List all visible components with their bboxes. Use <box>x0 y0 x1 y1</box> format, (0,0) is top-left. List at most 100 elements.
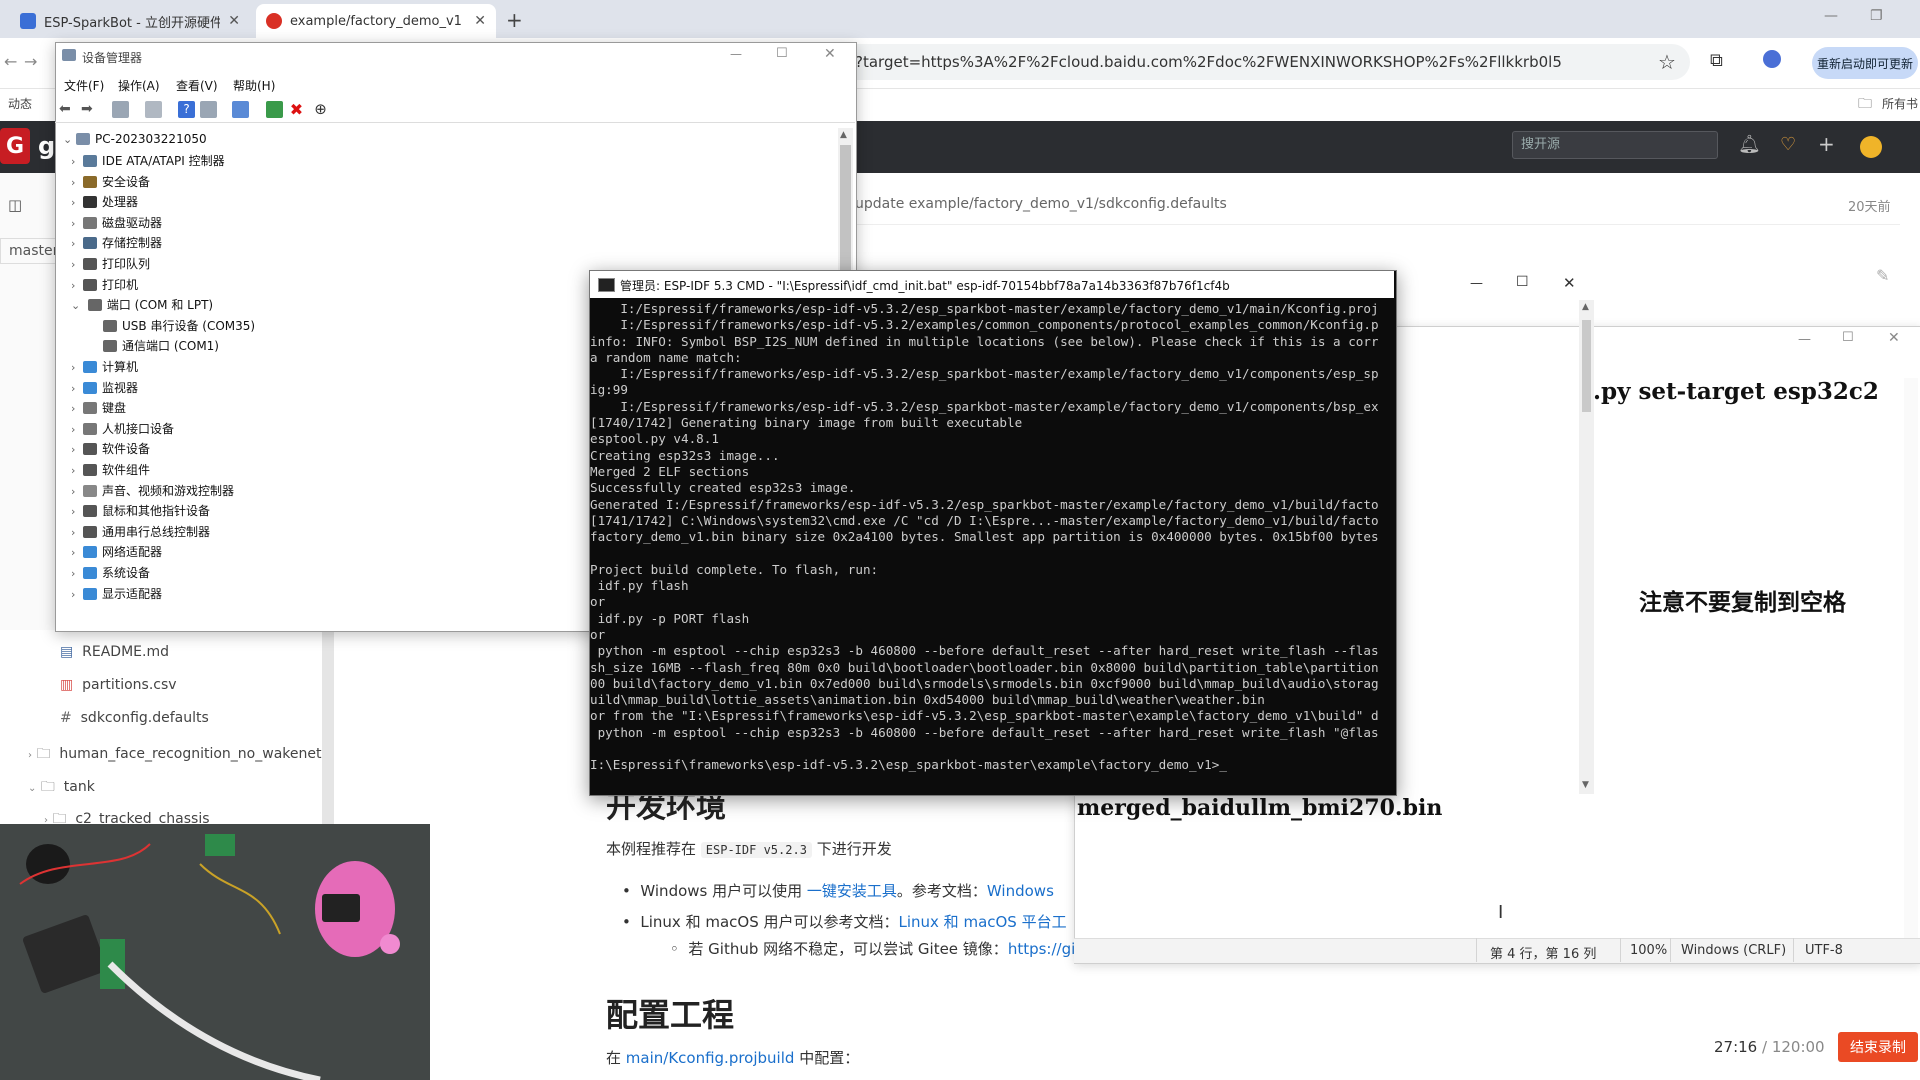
minimize-icon[interactable]: — <box>1470 276 1483 291</box>
close-icon[interactable]: ✕ <box>824 46 836 62</box>
bookmark-item[interactable]: 动态 <box>8 95 32 112</box>
tab-factory-demo[interactable]: example/factory_demo_v1 · E ✕ <box>256 4 496 38</box>
commit-message[interactable]: update example/factory_demo_v1/sdkconfig… <box>855 196 1227 212</box>
device-category[interactable]: › 监视器 <box>71 379 138 396</box>
branch-selector[interactable]: master <box>0 238 60 264</box>
device-category[interactable]: › 显示适配器 <box>71 585 162 602</box>
chevron-right-icon[interactable]: › <box>71 382 75 395</box>
device-category[interactable]: › 存储控制器 <box>71 234 162 251</box>
chevron-right-icon[interactable]: › <box>71 546 75 559</box>
list-icon[interactable] <box>145 101 162 118</box>
maximize-icon[interactable]: ☐ <box>1516 274 1529 290</box>
device-category[interactable]: ⌄ 端口 (COM 和 LPT) <box>71 296 213 313</box>
close-icon[interactable]: ✕ <box>474 13 486 29</box>
maximize-icon[interactable]: ❐ <box>1870 8 1883 24</box>
device-category[interactable]: › 鼠标和其他指针设备 <box>71 502 210 519</box>
scan-icon[interactable]: ⊕ <box>312 101 329 118</box>
chevron-right-icon[interactable]: › <box>71 237 75 250</box>
menu-action[interactable]: 操作(A) <box>118 77 160 94</box>
file-item-sdkconfig[interactable]: # sdkconfig.defaults <box>60 710 209 726</box>
chevron-right-icon[interactable]: › <box>71 423 75 436</box>
device-category[interactable]: › 打印队列 <box>71 255 150 272</box>
edit-icon[interactable]: ✎ <box>1876 266 1889 285</box>
file-item-readme[interactable]: ▤ README.md <box>60 644 169 660</box>
bookmark-star-icon[interactable]: ☆ <box>1658 50 1676 74</box>
scroll-up-icon[interactable]: ▲ <box>1582 302 1589 312</box>
chevron-right-icon[interactable]: › <box>71 526 75 539</box>
chevron-right-icon[interactable]: › <box>71 464 75 477</box>
device-category[interactable]: › 网络适配器 <box>71 543 162 560</box>
properties-icon[interactable] <box>112 101 129 118</box>
chevron-right-icon[interactable]: › <box>71 361 75 374</box>
device-category[interactable]: › 人机接口设备 <box>71 420 174 437</box>
device-category[interactable]: › 键盘 <box>71 399 126 416</box>
chevron-right-icon[interactable]: › <box>71 258 75 271</box>
minimize-icon[interactable]: — <box>1798 332 1811 347</box>
scroll-down-icon[interactable]: ▼ <box>1582 780 1589 790</box>
device-category[interactable]: › 声音、视频和游戏控制器 <box>71 482 234 499</box>
maximize-icon[interactable]: ☐ <box>776 46 788 61</box>
close-icon[interactable]: ✕ <box>1563 274 1576 292</box>
device-category[interactable]: › 系统设备 <box>71 564 150 581</box>
profile-icon[interactable] <box>1763 50 1781 68</box>
chevron-right-icon[interactable]: › <box>71 402 75 415</box>
chevron-right-icon[interactable]: › <box>71 196 75 209</box>
device-category[interactable]: › 安全设备 <box>71 173 150 190</box>
update-driver-icon[interactable] <box>266 101 283 118</box>
all-bookmarks-link[interactable]: 所有书 <box>1882 95 1918 112</box>
device-category[interactable]: › 软件设备 <box>71 440 150 457</box>
gitee-mirror-link[interactable]: https://gi <box>1008 940 1075 958</box>
notepad-text-line[interactable]: .py set-target esp32c2 <box>1593 378 1879 405</box>
forward-icon[interactable]: ➡ <box>81 101 98 118</box>
file-tree-scrollbar[interactable] <box>322 630 334 825</box>
back-icon[interactable]: ⬅ <box>59 101 76 118</box>
cmd-output[interactable]: I:/Espressif/frameworks/esp-idf-v5.3.2/e… <box>590 301 1378 793</box>
scrollbar-thumb[interactable] <box>840 145 851 275</box>
windows-doc-link[interactable]: Windows <box>987 882 1054 900</box>
chevron-right-icon[interactable]: › <box>71 505 75 518</box>
device-category[interactable]: › 磁盘驱动器 <box>71 214 162 231</box>
search-input[interactable]: 搜开源 <box>1512 131 1718 159</box>
linux-doc-link[interactable]: Linux 和 macOS 平台工 <box>899 913 1067 931</box>
tab-esp-sparkbot[interactable]: ESP-SparkBot - 立创开源硬件 ✕ <box>10 4 250 38</box>
chevron-right-icon[interactable]: › <box>71 279 75 292</box>
device-category[interactable]: › IDE ATA/ATAPI 控制器 <box>71 152 225 169</box>
device-category[interactable]: › 处理器 <box>71 193 138 210</box>
chevron-right-icon[interactable]: › <box>71 155 75 168</box>
device-item[interactable]: USB 串行设备 (COM35) <box>103 317 255 334</box>
help-icon[interactable]: ? <box>178 101 195 118</box>
scrollbar-thumb[interactable] <box>1582 320 1591 412</box>
stop-recording-button[interactable]: 结束录制 <box>1838 1032 1918 1062</box>
chevron-right-icon[interactable]: › <box>71 567 75 580</box>
notepad-scrollbar[interactable] <box>1904 378 1918 938</box>
view-icon[interactable] <box>200 101 217 118</box>
avatar[interactable] <box>1860 136 1882 158</box>
bell-icon[interactable]: 🔔︎ <box>1738 134 1761 155</box>
monitor-icon[interactable] <box>232 101 249 118</box>
relaunch-button[interactable]: 重新启动即可更新 <box>1812 47 1918 79</box>
folder-item-tank[interactable]: ⌄ 🗀 tank <box>28 776 95 800</box>
back-icon[interactable]: ← <box>4 52 17 71</box>
folder-item-face[interactable]: › 🗀 human_face_recognition_no_wakenet <box>28 743 321 767</box>
notepad-text-line[interactable]: merged_baidullm_bmi270.bin <box>1077 795 1442 821</box>
device-category[interactable]: › 软件组件 <box>71 461 150 478</box>
chevron-down-icon[interactable]: ⌄ <box>71 299 80 312</box>
tree-root[interactable]: ⌄ PC-202303221050 <box>63 132 207 146</box>
forward-icon[interactable]: → <box>24 52 37 71</box>
chevron-right-icon[interactable]: › <box>71 217 75 230</box>
uninstall-icon[interactable]: ✖ <box>288 101 305 118</box>
minimize-icon[interactable]: — <box>1824 8 1838 24</box>
device-category[interactable]: › 打印机 <box>71 276 138 293</box>
close-icon[interactable]: ✕ <box>228 13 240 29</box>
chevron-right-icon[interactable]: › <box>71 443 75 456</box>
install-tool-link[interactable]: 一键安装工具 <box>807 882 897 900</box>
menu-help[interactable]: 帮助(H) <box>233 77 275 94</box>
kconfig-link[interactable]: main/Kconfig.projbuild <box>626 1049 795 1067</box>
extensions-icon[interactable]: ⧉ <box>1710 50 1723 71</box>
maximize-icon[interactable]: ☐ <box>1842 330 1854 345</box>
chevron-right-icon[interactable]: › <box>71 485 75 498</box>
gitee-logo[interactable]: G <box>0 128 30 164</box>
minimize-icon[interactable]: — <box>730 47 742 61</box>
device-item[interactable]: 通信端口 (COM1) <box>103 337 219 354</box>
device-category[interactable]: › 通用串行总线控制器 <box>71 523 210 540</box>
